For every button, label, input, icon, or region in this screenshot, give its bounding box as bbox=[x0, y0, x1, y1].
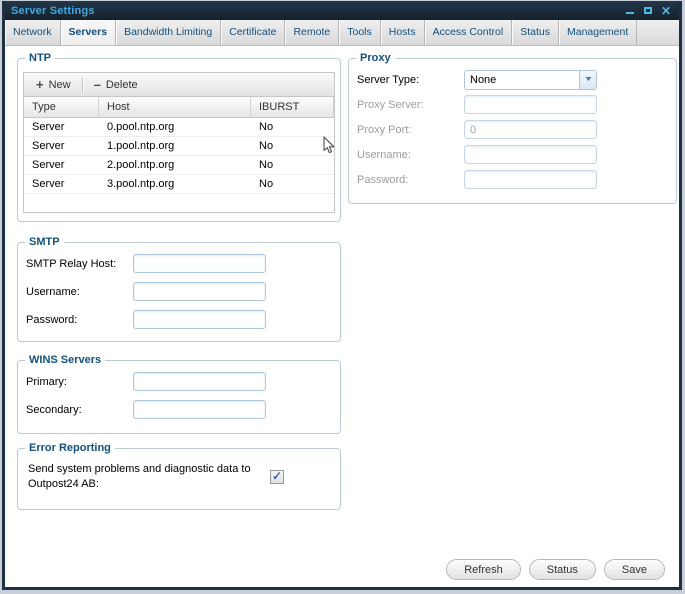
tab-servers[interactable]: Servers bbox=[61, 20, 117, 45]
wins-primary-label: Primary: bbox=[26, 376, 133, 388]
server-type-select[interactable]: None ▼ bbox=[464, 70, 597, 90]
table-row[interactable]: Server 1.pool.ntp.org No bbox=[24, 137, 334, 156]
server-type-label: Server Type: bbox=[357, 74, 464, 86]
toolbar-separator bbox=[82, 77, 83, 93]
proxy-username-input[interactable] bbox=[464, 145, 597, 164]
ntp-panel: + New – Delete Type Host IBURST bbox=[23, 72, 335, 213]
cell-type: Server bbox=[24, 137, 99, 155]
cell-iburst: No bbox=[251, 118, 334, 136]
tab-tools[interactable]: Tools bbox=[339, 20, 381, 45]
smtp-section: SMTP SMTP Relay Host: Username: Password… bbox=[17, 236, 341, 342]
smtp-relay-host-input[interactable] bbox=[133, 254, 266, 273]
cell-iburst: No bbox=[251, 156, 334, 174]
smtp-legend: SMTP bbox=[25, 236, 64, 248]
smtp-username-label: Username: bbox=[26, 286, 133, 298]
smtp-relay-host-label: SMTP Relay Host: bbox=[26, 258, 133, 270]
proxy-legend: Proxy bbox=[356, 52, 395, 64]
ntp-delete-button[interactable]: – Delete bbox=[88, 75, 144, 95]
error-reporting-checkbox[interactable]: ✓ bbox=[270, 470, 284, 484]
ntp-toolbar: + New – Delete bbox=[24, 73, 334, 97]
titlebar: Server Settings ✕ bbox=[5, 1, 679, 20]
ntp-table-header: Type Host IBURST bbox=[24, 97, 334, 118]
ntp-legend: NTP bbox=[25, 52, 55, 64]
table-row[interactable]: Server 0.pool.ntp.org No bbox=[24, 118, 334, 137]
cell-host: 2.pool.ntp.org bbox=[99, 156, 251, 174]
dropdown-button[interactable]: ▼ bbox=[579, 71, 596, 89]
footer-buttons: Refresh Status Save bbox=[446, 559, 665, 580]
column-header-type[interactable]: Type bbox=[24, 97, 99, 117]
wins-primary-input[interactable] bbox=[133, 372, 266, 391]
tab-status[interactable]: Status bbox=[512, 20, 559, 45]
smtp-password-label: Password: bbox=[26, 314, 133, 326]
proxy-section: Proxy Server Type: None ▼ Proxy Server: bbox=[348, 52, 677, 204]
proxy-server-label: Proxy Server: bbox=[357, 99, 464, 111]
tab-management[interactable]: Management bbox=[559, 20, 637, 45]
check-icon: ✓ bbox=[272, 470, 282, 482]
smtp-username-input[interactable] bbox=[133, 282, 266, 301]
error-reporting-label: Send system problems and diagnostic data… bbox=[28, 462, 256, 492]
proxy-port-input[interactable] bbox=[464, 120, 597, 139]
proxy-password-input[interactable] bbox=[464, 170, 597, 189]
cell-host: 0.pool.ntp.org bbox=[99, 118, 251, 136]
column-header-host[interactable]: Host bbox=[99, 97, 251, 117]
cell-host: 1.pool.ntp.org bbox=[99, 137, 251, 155]
refresh-button[interactable]: Refresh bbox=[446, 559, 521, 580]
tab-bar: Network Servers Bandwidth Limiting Certi… bbox=[5, 20, 679, 46]
ntp-new-button[interactable]: + New bbox=[30, 75, 77, 95]
smtp-password-input[interactable] bbox=[133, 310, 266, 329]
cell-host: 3.pool.ntp.org bbox=[99, 175, 251, 193]
wins-secondary-label: Secondary: bbox=[26, 404, 133, 416]
cell-type: Server bbox=[24, 118, 99, 136]
proxy-server-input[interactable] bbox=[464, 95, 597, 114]
ntp-section: NTP + New – Delete Type Host bbox=[17, 52, 341, 222]
window-controls: ✕ bbox=[623, 4, 673, 18]
cell-iburst: No bbox=[251, 137, 334, 155]
cell-type: Server bbox=[24, 175, 99, 193]
proxy-password-label: Password: bbox=[357, 174, 464, 186]
tab-hosts[interactable]: Hosts bbox=[381, 20, 425, 45]
ntp-new-label: New bbox=[49, 79, 71, 91]
save-button[interactable]: Save bbox=[604, 559, 665, 580]
server-type-value: None bbox=[465, 74, 579, 86]
ntp-table: Type Host IBURST Server 0.pool.ntp.org N… bbox=[24, 97, 334, 212]
maximize-icon[interactable] bbox=[641, 4, 655, 18]
status-button[interactable]: Status bbox=[529, 559, 596, 580]
cell-iburst: No bbox=[251, 175, 334, 193]
ntp-delete-label: Delete bbox=[106, 79, 138, 91]
proxy-username-label: Username: bbox=[357, 149, 464, 161]
minus-icon: – bbox=[94, 78, 101, 91]
wins-secondary-input[interactable] bbox=[133, 400, 266, 419]
minimize-icon[interactable] bbox=[623, 4, 637, 18]
tab-content-servers: NTP + New – Delete Type Host bbox=[5, 46, 679, 587]
tab-certificate[interactable]: Certificate bbox=[221, 20, 285, 45]
wins-legend: WINS Servers bbox=[25, 354, 105, 366]
window-title: Server Settings bbox=[11, 5, 95, 17]
error-reporting-legend: Error Reporting bbox=[25, 442, 115, 454]
tab-bandwidth-limiting[interactable]: Bandwidth Limiting bbox=[116, 20, 221, 45]
plus-icon: + bbox=[36, 78, 44, 91]
cell-type: Server bbox=[24, 156, 99, 174]
table-row[interactable]: Server 3.pool.ntp.org No bbox=[24, 175, 334, 194]
wins-section: WINS Servers Primary: Secondary: bbox=[17, 354, 341, 434]
table-row[interactable]: Server 2.pool.ntp.org No bbox=[24, 156, 334, 175]
chevron-down-icon: ▼ bbox=[583, 76, 593, 83]
column-header-iburst[interactable]: IBURST bbox=[251, 97, 334, 117]
close-icon[interactable]: ✕ bbox=[659, 4, 673, 18]
server-settings-window: Server Settings ✕ Network Servers Bandwi… bbox=[2, 1, 682, 590]
tab-remote[interactable]: Remote bbox=[285, 20, 339, 45]
tab-access-control[interactable]: Access Control bbox=[425, 20, 513, 45]
tab-network[interactable]: Network bbox=[5, 20, 61, 45]
error-reporting-section: Error Reporting Send system problems and… bbox=[17, 442, 341, 510]
proxy-port-label: Proxy Port: bbox=[357, 124, 464, 136]
